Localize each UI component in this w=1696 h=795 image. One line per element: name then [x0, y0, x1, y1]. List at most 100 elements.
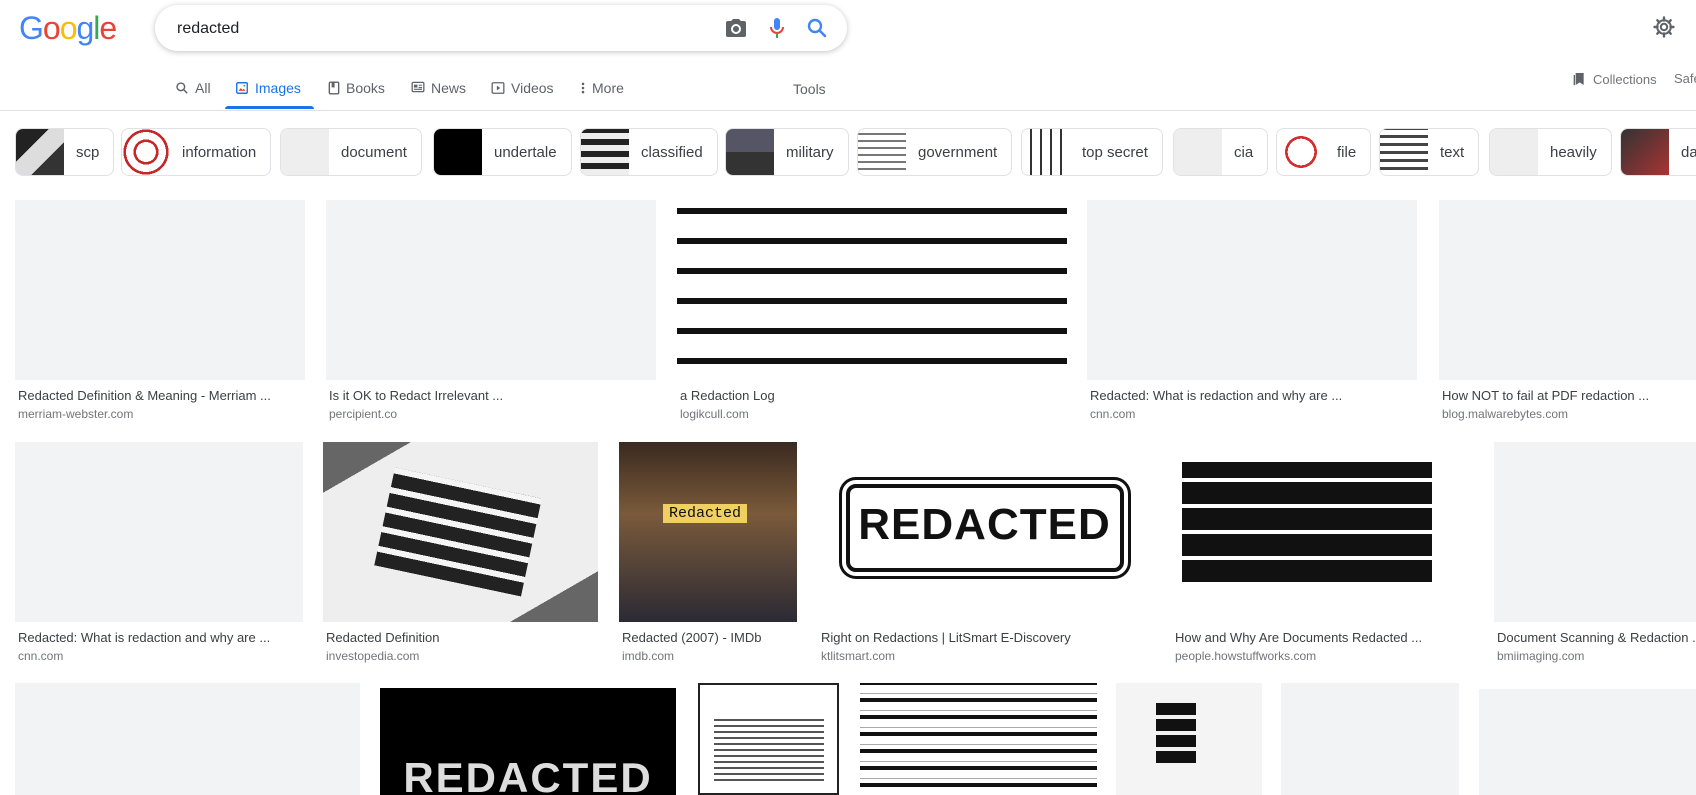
tab-all[interactable]: All	[175, 80, 211, 110]
chip-label: heavily	[1550, 143, 1597, 161]
chip-label: government	[918, 143, 998, 161]
chip[interactable]: undertale	[433, 128, 572, 176]
logo-letter: o	[59, 10, 78, 46]
result-thumbnail	[698, 683, 839, 795]
chip[interactable]: government	[857, 128, 1013, 176]
chip-label: scp	[76, 143, 100, 161]
tools-button[interactable]: Tools	[793, 81, 826, 97]
chip[interactable]: text	[1379, 128, 1480, 176]
result-title: Redacted (2007) - IMDb	[622, 630, 762, 645]
chip-label: military	[786, 143, 834, 161]
logo-letter: g	[76, 10, 94, 46]
chip[interactable]: information	[121, 128, 272, 176]
result-site: investopedia.com	[326, 649, 420, 663]
result-thumbnail	[15, 442, 303, 622]
result-site: people.howstuffworks.com	[1175, 649, 1317, 663]
chip-thumbnail	[1490, 129, 1538, 175]
result-title: a Redaction Log	[680, 388, 775, 403]
result-site: cnn.com	[1090, 407, 1136, 421]
tab-label: More	[592, 80, 624, 96]
chip-label: information	[182, 143, 257, 161]
tab-label: News	[431, 80, 467, 96]
result-thumbnail	[1494, 442, 1696, 622]
chip-thumbnail	[858, 129, 906, 175]
tab-more[interactable]: More	[580, 80, 624, 110]
result-title: Is it OK to Redact Irrelevant ...	[329, 388, 504, 403]
chip-label: classified	[641, 143, 703, 161]
result-thumbnail: REDACTED	[818, 442, 1151, 622]
book-icon	[328, 81, 340, 95]
result-thumbnail	[1172, 442, 1472, 622]
tab-label: Videos	[511, 80, 554, 96]
result-thumbnail	[1281, 683, 1459, 795]
chip-label: file	[1337, 143, 1357, 161]
result-site: logikcull.com	[680, 407, 749, 421]
redacted-banner-text: REDACTED	[403, 754, 653, 795]
chip[interactable]: document	[280, 128, 422, 176]
result-thumbnail	[323, 442, 598, 622]
settings-gear-icon[interactable]	[1652, 15, 1676, 39]
chip-thumbnail	[1174, 129, 1222, 175]
chip[interactable]: file	[1276, 128, 1372, 176]
microphone-icon[interactable]	[765, 16, 789, 40]
result-site: ktlitsmart.com	[821, 649, 896, 663]
result-thumbnail	[1439, 200, 1696, 380]
tab-books[interactable]: Books	[328, 80, 385, 110]
chip[interactable]: da	[1620, 128, 1696, 176]
result-thumbnail	[326, 200, 656, 380]
result-title: Redacted Definition & Meaning - Merriam …	[18, 388, 271, 403]
search-box	[155, 5, 847, 53]
chip-thumbnail	[1621, 129, 1669, 175]
chip[interactable]: cia	[1173, 128, 1269, 176]
result-title: How and Why Are Documents Redacted ...	[1175, 630, 1423, 645]
bookmark-collection-icon	[1573, 73, 1584, 86]
google-logo[interactable]: Google	[19, 10, 117, 47]
result-thumbnail	[15, 200, 305, 380]
chip-thumbnail	[581, 129, 629, 175]
result-site: percipient.co	[329, 407, 398, 421]
tab-news[interactable]: News	[411, 80, 466, 110]
logo-letter: o	[42, 10, 61, 46]
chip[interactable]: scp	[15, 128, 115, 176]
safesearch-link[interactable]: Safe	[1674, 71, 1696, 86]
chip-thumbnail	[434, 129, 482, 175]
chip-thumbnail	[281, 129, 329, 175]
collections-label: Collections	[1593, 71, 1657, 87]
more-vert-icon	[581, 82, 585, 94]
result-title: Document Scanning & Redaction ...	[1497, 630, 1696, 645]
redacted-stamp-text: REDACTED	[858, 500, 1111, 549]
chip[interactable]: military	[725, 128, 849, 176]
tab-label: All	[195, 80, 211, 96]
chip-label: cia	[1234, 143, 1254, 161]
result-thumbnail: REDACTED	[380, 688, 676, 795]
chip-thumbnail	[1022, 129, 1070, 175]
result-title: Redacted: What is redaction and why are …	[1090, 388, 1343, 403]
camera-icon[interactable]	[724, 16, 748, 40]
collections-link[interactable]: Collections	[1571, 71, 1657, 87]
result-thumbnail	[1116, 683, 1262, 795]
active-tab-indicator	[225, 106, 314, 109]
result-thumbnail	[1087, 200, 1417, 380]
search-input[interactable]	[175, 5, 699, 53]
chip-thumbnail	[122, 129, 170, 175]
chip-label: text	[1440, 143, 1465, 161]
chip[interactable]: classified	[580, 128, 718, 176]
result-thumbnail	[1479, 689, 1696, 795]
result-thumbnail	[15, 683, 360, 795]
result-site: cnn.com	[18, 649, 64, 663]
search-icon[interactable]	[805, 16, 829, 40]
chip-label: top secret	[1082, 143, 1148, 161]
logo-letter: G	[19, 10, 44, 46]
chip[interactable]: heavily	[1489, 128, 1612, 176]
tab-videos[interactable]: Videos	[491, 80, 554, 110]
chip-label: document	[341, 143, 407, 161]
tab-label: Images	[255, 80, 301, 96]
result-thumbnail: Redacted	[619, 442, 797, 622]
chip-thumbnail	[16, 129, 64, 175]
video-icon	[491, 82, 505, 94]
chip[interactable]: top secret	[1021, 128, 1163, 176]
header-divider	[0, 110, 1696, 111]
chip-thumbnail	[1380, 129, 1428, 175]
result-title: How NOT to fail at PDF redaction ...	[1442, 388, 1650, 403]
chip-thumbnail	[1277, 129, 1325, 175]
